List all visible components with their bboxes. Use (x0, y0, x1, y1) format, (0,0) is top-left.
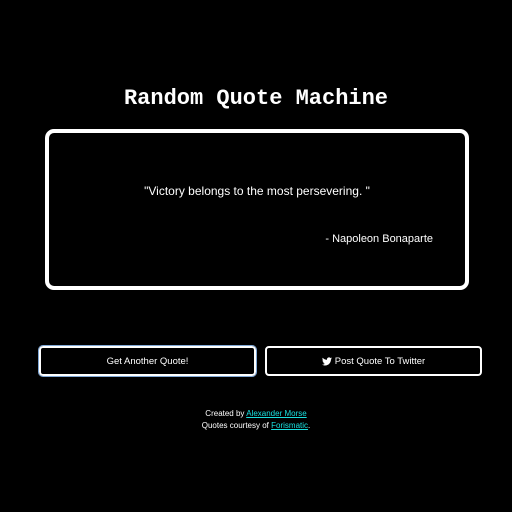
new-quote-button-label: Get Another Quote! (106, 355, 189, 367)
footer-quotes-source: Quotes courtesy of Forismatic. (0, 421, 512, 430)
tweet-quote-button-label: Post Quote To Twitter (334, 355, 426, 367)
footer-quotes-prefix: Quotes courtesy of (201, 421, 272, 430)
quote-author: - Napoleon Bonaparte (325, 233, 433, 245)
footer-created-prefix: Created by (205, 409, 247, 418)
page-title: Random Quote Machine (123, 86, 389, 111)
footer-quotes-suffix: . (308, 421, 311, 430)
forismatic-link[interactable]: Forismatic (271, 421, 308, 430)
new-quote-button[interactable]: Get Another Quote! (38, 345, 257, 377)
twitter-bird-icon (321, 356, 332, 365)
quote-text: "Victory belongs to the most persevering… (144, 184, 370, 198)
tweet-quote-button[interactable]: Post Quote To Twitter (265, 346, 482, 376)
quote-box: "Victory belongs to the most persevering… (45, 129, 469, 290)
footer-credits: Created by Alexander Morse (0, 409, 512, 418)
creator-link[interactable]: Alexander Morse (246, 409, 306, 418)
